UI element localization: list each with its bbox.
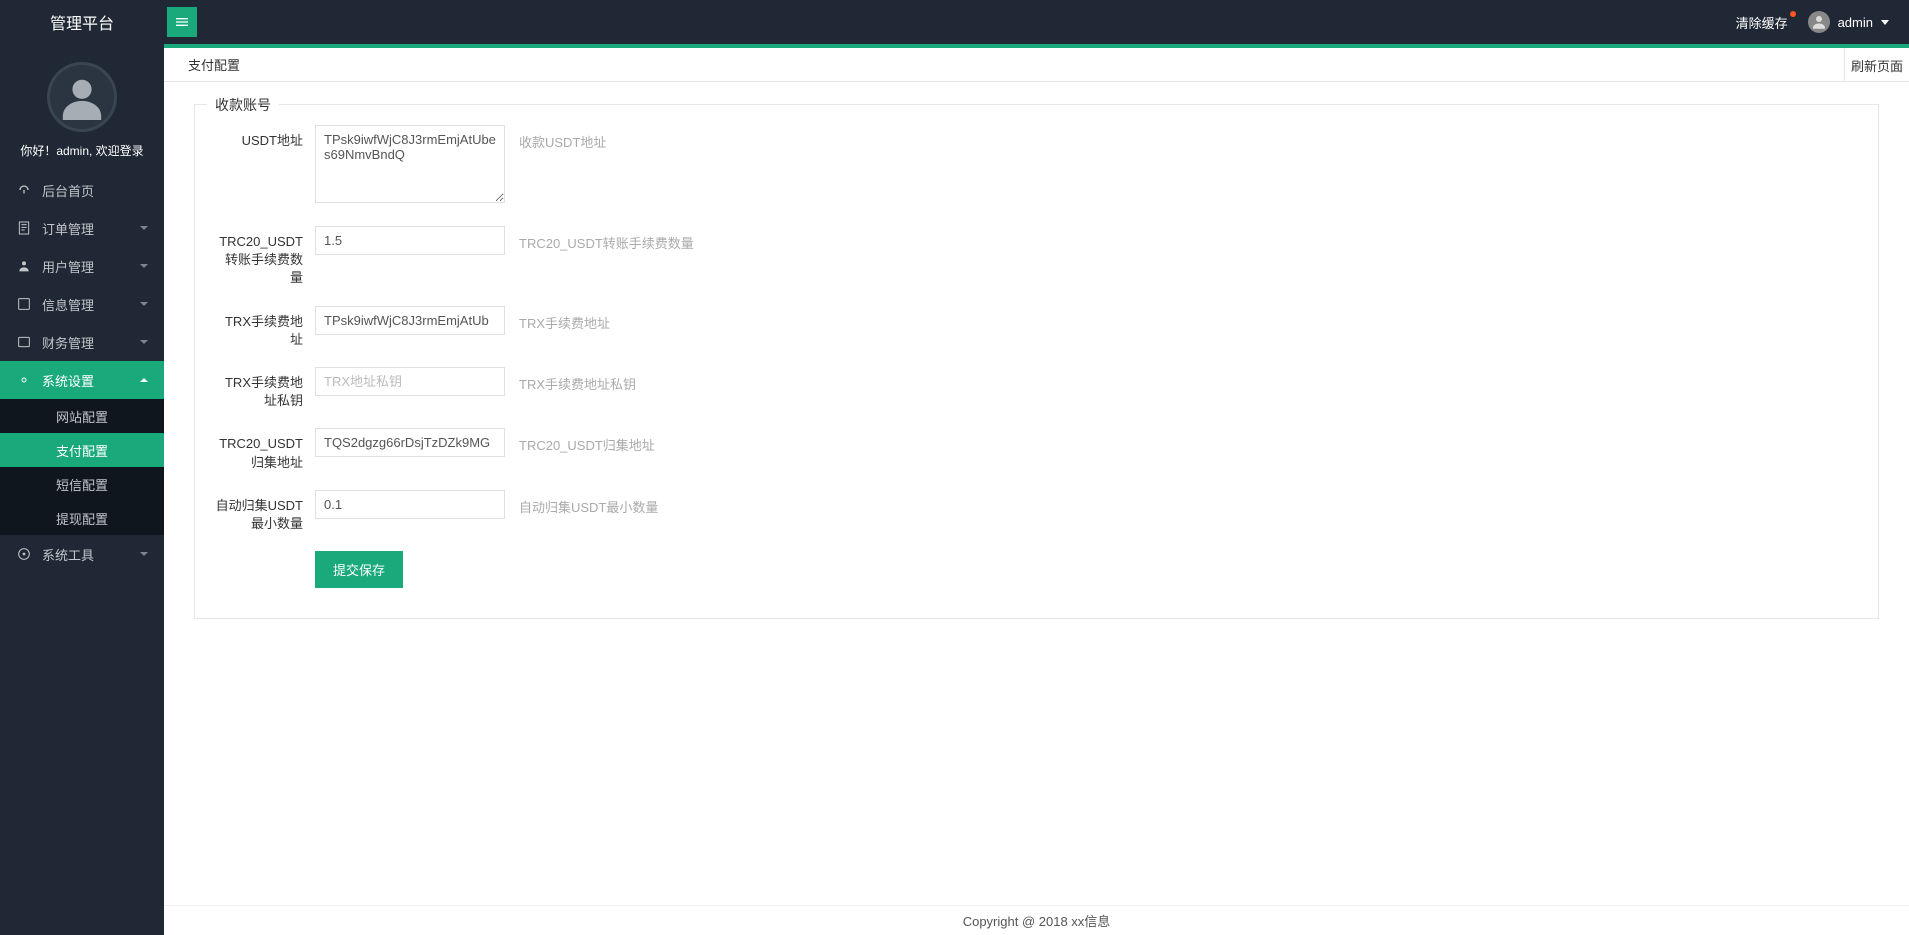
sidebar-item-label: 信息管理 — [42, 295, 94, 314]
menu-toggle-button[interactable] — [167, 7, 197, 37]
input-5[interactable] — [315, 490, 505, 519]
form-row-1: TRC20_USDT转账手续费数量 TRC20_USDT转账手续费数量 — [215, 226, 1858, 288]
chevron-up-icon — [140, 378, 148, 382]
avatar — [47, 62, 117, 132]
sidebar-item-label: 系统设置 — [42, 371, 94, 390]
input-3[interactable] — [315, 367, 505, 396]
refresh-button[interactable]: 刷新页面 — [1844, 48, 1909, 82]
info-icon — [16, 296, 32, 312]
form-row-5: 自动归集USDT最小数量 自动归集USDT最小数量 — [215, 490, 1858, 533]
form-hint-2: TRX手续费地址 — [505, 306, 610, 332]
chevron-down-icon — [140, 302, 148, 306]
sidebar-item-5[interactable]: 系统设置 — [0, 361, 164, 399]
chevron-down-icon — [140, 226, 148, 230]
user-icon — [16, 258, 32, 274]
main-menu: 后台首页订单管理用户管理信息管理财务管理系统设置网站配置支付配置短信配置提现配置… — [0, 171, 164, 573]
caret-down-icon — [1881, 20, 1889, 25]
form-hint-5: 自动归集USDT最小数量 — [505, 490, 658, 516]
sidebar-item-6[interactable]: 系统工具 — [0, 535, 164, 573]
sidebar-item-4[interactable]: 财务管理 — [0, 323, 164, 361]
input-2[interactable] — [315, 306, 505, 335]
form-hint-3: TRX手续费地址私钥 — [505, 367, 636, 393]
dashboard-icon — [16, 182, 32, 198]
submenu-item-0[interactable]: 网站配置 — [0, 399, 164, 433]
form-row-0: USDT地址 TPsk9iwfWjC8J3rmEmjAtUbes69NmvBnd… — [215, 125, 1858, 208]
form-hint-1: TRC20_USDT转账手续费数量 — [505, 226, 694, 252]
settings-icon — [16, 372, 32, 388]
submenu: 网站配置支付配置短信配置提现配置 — [0, 399, 164, 535]
chevron-down-icon — [140, 340, 148, 344]
active-tab[interactable]: 支付配置 — [180, 55, 248, 74]
main-content: 支付配置 刷新页面 收款账号 USDT地址 TPsk9iwfWjC8J3rmEm… — [164, 44, 1909, 935]
submenu-item-2[interactable]: 短信配置 — [0, 467, 164, 501]
fieldset-title: 收款账号 — [207, 95, 279, 115]
input-1[interactable] — [315, 226, 505, 255]
notification-dot-icon — [1790, 11, 1796, 17]
submit-button[interactable]: 提交保存 — [315, 551, 403, 588]
clear-cache-button[interactable]: 清除缓存 — [1736, 13, 1788, 32]
fieldset-receiving-account: 收款账号 USDT地址 TPsk9iwfWjC8J3rmEmjAtUbes69N… — [194, 104, 1879, 619]
form-label-0: USDT地址 — [215, 125, 315, 150]
username-label: admin — [1838, 15, 1873, 30]
topbar: 管理平台 清除缓存 admin — [0, 0, 1909, 44]
sidebar-item-label: 用户管理 — [42, 257, 94, 276]
sidebar-item-label: 系统工具 — [42, 545, 94, 564]
sidebar-item-label: 订单管理 — [42, 219, 94, 238]
form-label-2: TRX手续费地址 — [215, 306, 315, 349]
form-row-2: TRX手续费地址 TRX手续费地址 — [215, 306, 1858, 349]
avatar-block: 你好！admin, 欢迎登录 — [0, 44, 164, 171]
chevron-down-icon — [140, 552, 148, 556]
form-label-1: TRC20_USDT转账手续费数量 — [215, 226, 315, 288]
footer: Copyright @ 2018 xx信息 — [164, 905, 1909, 935]
user-menu[interactable]: admin — [1808, 11, 1889, 33]
order-icon — [16, 220, 32, 236]
sidebar-item-1[interactable]: 订单管理 — [0, 209, 164, 247]
sidebar-item-0[interactable]: 后台首页 — [0, 171, 164, 209]
form-hint-0: 收款USDT地址 — [505, 125, 606, 151]
app-title: 管理平台 — [0, 10, 164, 34]
form-label-5: 自动归集USDT最小数量 — [215, 490, 315, 533]
sidebar-item-3[interactable]: 信息管理 — [0, 285, 164, 323]
form-label-3: TRX手续费地址私钥 — [215, 367, 315, 410]
sidebar: 你好！admin, 欢迎登录 后台首页订单管理用户管理信息管理财务管理系统设置网… — [0, 44, 164, 935]
form-row-4: TRC20_USDT归集地址 TRC20_USDT归集地址 — [215, 428, 1858, 471]
input-0[interactable]: TPsk9iwfWjC8J3rmEmjAtUbes69NmvBndQ — [315, 125, 505, 203]
sidebar-item-label: 后台首页 — [42, 181, 94, 200]
input-4[interactable] — [315, 428, 505, 457]
submenu-item-3[interactable]: 提现配置 — [0, 501, 164, 535]
finance-icon — [16, 334, 32, 350]
welcome-text: 你好！admin, 欢迎登录 — [0, 142, 164, 159]
chevron-down-icon — [140, 264, 148, 268]
form-hint-4: TRC20_USDT归集地址 — [505, 428, 655, 454]
tabs-bar: 支付配置 刷新页面 — [164, 48, 1909, 82]
tool-icon — [16, 546, 32, 562]
form-row-3: TRX手续费地址私钥 TRX手续费地址私钥 — [215, 367, 1858, 410]
form-label-4: TRC20_USDT归集地址 — [215, 428, 315, 471]
sidebar-item-label: 财务管理 — [42, 333, 94, 352]
hamburger-icon — [174, 14, 190, 30]
sidebar-item-2[interactable]: 用户管理 — [0, 247, 164, 285]
avatar-icon — [1808, 11, 1830, 33]
submenu-item-1[interactable]: 支付配置 — [0, 433, 164, 467]
